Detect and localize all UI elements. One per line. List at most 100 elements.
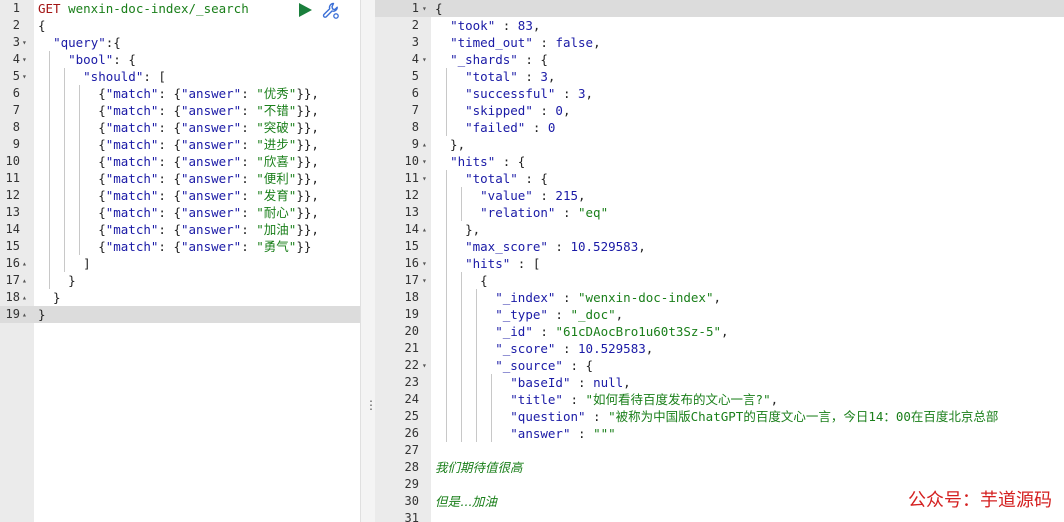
line-number: 10 [5, 154, 20, 168]
code-line[interactable]: 7 {"match": {"answer": "不错"}}, [0, 102, 360, 119]
code-line[interactable]: 11 ▾ "total" : { [375, 170, 1064, 187]
code-token: "answer" [181, 222, 242, 237]
line-number: 29 [404, 477, 419, 491]
code-line[interactable]: 14 ▴ }, [375, 221, 1064, 238]
fold-open-icon[interactable]: ▾ [422, 272, 427, 289]
code-line[interactable]: 4 ▾ "_shards" : { [375, 51, 1064, 68]
fold-close-icon[interactable]: ▴ [422, 221, 427, 238]
code-line[interactable]: 23 "baseId" : null, [375, 374, 1064, 391]
wrench-icon[interactable] [322, 2, 340, 20]
code-line[interactable]: 10 ▾ "hits" : { [375, 153, 1064, 170]
code-line[interactable]: 27 [375, 442, 1064, 459]
code-token: "value" [480, 188, 533, 203]
fold-open-icon[interactable]: ▾ [422, 51, 427, 68]
code-token: , [532, 18, 541, 33]
code-line[interactable]: 11 {"match": {"answer": "便利"}}, [0, 170, 360, 187]
code-token: "timed_out" [450, 35, 533, 50]
line-number: 6 [411, 86, 419, 100]
code-line[interactable]: 12 {"match": {"answer": "发育"}}, [0, 187, 360, 204]
code-text: {"match": {"answer": "勇气"}} [38, 238, 311, 255]
code-line[interactable]: 10 {"match": {"answer": "欣喜"}}, [0, 153, 360, 170]
code-line[interactable]: 17 ▴ } [0, 272, 360, 289]
code-line[interactable]: 12 "value" : 215, [375, 187, 1064, 204]
code-line[interactable]: 19 "_type" : "_doc", [375, 306, 1064, 323]
code-line[interactable]: 25 "question" : "被称为中国版ChatGPT的百度文心一言，今日… [375, 408, 1064, 425]
code-line[interactable]: 26 "answer" : """ [375, 425, 1064, 442]
fold-open-icon[interactable]: ▾ [422, 255, 427, 272]
code-line[interactable]: 16 ▾ "hits" : [ [375, 255, 1064, 272]
code-line[interactable]: 9 {"match": {"answer": "进步"}}, [0, 136, 360, 153]
code-line[interactable]: 15 {"match": {"answer": "勇气"}} [0, 238, 360, 255]
code-line[interactable]: 8 "failed" : 0 [375, 119, 1064, 136]
fold-close-icon[interactable]: ▴ [22, 255, 27, 272]
code-line[interactable]: 6 {"match": {"answer": "优秀"}}, [0, 85, 360, 102]
code-line[interactable]: 4 ▾ "bool": { [0, 51, 360, 68]
code-line[interactable]: 28 我们期待值很高 [375, 459, 1064, 476]
code-line[interactable]: 14 {"match": {"answer": "加油"}}, [0, 221, 360, 238]
fold-open-icon[interactable]: ▾ [422, 0, 427, 17]
code-token: : { [495, 154, 526, 169]
line-number: 28 [404, 460, 419, 474]
fold-open-icon[interactable]: ▾ [22, 51, 27, 68]
code-line[interactable]: 21 "_score" : 10.529583, [375, 340, 1064, 357]
code-line[interactable]: 6 "successful" : 3, [375, 85, 1064, 102]
line-number: 2 [411, 18, 419, 32]
code-line[interactable]: 13 {"match": {"answer": "耐心"}}, [0, 204, 360, 221]
code-line[interactable]: 15 "max_score" : 10.529583, [375, 238, 1064, 255]
fold-close-icon[interactable]: ▴ [422, 136, 427, 153]
code-line[interactable]: 9 ▴ }, [375, 136, 1064, 153]
fold-open-icon[interactable]: ▾ [22, 34, 27, 51]
fold-close-icon[interactable]: ▴ [22, 306, 27, 323]
response-code[interactable]: 1 ▾{2 "took" : 83, 3 "timed_out" : false, 4… [375, 0, 1064, 522]
code-line[interactable]: 2 "took" : 83, [375, 17, 1064, 34]
code-token: }}, [296, 205, 319, 220]
line-number: 3 [12, 35, 20, 49]
code-text: "baseId" : null, [435, 374, 630, 391]
code-line[interactable]: 18 ▴ } [0, 289, 360, 306]
code-line[interactable]: 3 ▾ "query":{ [0, 34, 360, 51]
code-line[interactable]: 3 "timed_out" : false, [375, 34, 1064, 51]
code-token: "answer" [181, 120, 242, 135]
code-token: "total" [465, 171, 518, 186]
code-line[interactable]: 5 ▾ "should": [ [0, 68, 360, 85]
fold-open-icon[interactable]: ▾ [422, 357, 427, 374]
code-line[interactable]: 19 ▴} [0, 306, 360, 323]
code-line[interactable]: 18 "_index" : "wenxin-doc-index", [375, 289, 1064, 306]
code-line[interactable]: 20 "_id" : "61cDAocBro1u60t3Sz-5", [375, 323, 1064, 340]
code-token: 0 [547, 120, 556, 135]
line-number: 5 [12, 69, 20, 83]
fold-close-icon[interactable]: ▴ [22, 289, 27, 306]
line-number: 21 [404, 341, 419, 355]
code-line[interactable]: 8 {"match": {"answer": "突破"}}, [0, 119, 360, 136]
line-number: 13 [404, 205, 419, 219]
request-editor[interactable]: 1 GET wenxin-doc-index/_search 2{3 ▾ "query… [0, 0, 360, 522]
code-line[interactable]: 16 ▴ ] [0, 255, 360, 272]
code-line[interactable]: 1 ▾ { [375, 0, 1064, 17]
code-token: , [593, 35, 601, 50]
code-text: "title" : "如何看待百度发布的文心一言?", [435, 391, 778, 408]
code-line[interactable]: 13 "relation" : "eq" [375, 204, 1064, 221]
code-token: "match" [105, 120, 159, 135]
code-line[interactable]: 5 "total" : 3, [375, 68, 1064, 85]
response-viewer[interactable]: 1 ▾{2 "took" : 83, 3 "timed_out" : false, 4… [375, 0, 1064, 522]
code-line[interactable]: 7 "skipped" : 0, [375, 102, 1064, 119]
code-line[interactable]: 24 "title" : "如何看待百度发布的文心一言?", [375, 391, 1064, 408]
fold-close-icon[interactable]: ▴ [22, 272, 27, 289]
code-line[interactable]: 2{ [0, 17, 360, 34]
line-number: 17 [5, 273, 20, 287]
fold-open-icon[interactable]: ▾ [22, 68, 27, 85]
request-code[interactable]: 1 GET wenxin-doc-index/_search 2{3 ▾ "query… [0, 0, 360, 323]
code-token: : { [158, 103, 181, 118]
code-line[interactable]: 22 ▾ "_source" : { [375, 357, 1064, 374]
play-icon[interactable] [298, 3, 312, 17]
code-text: "took" : 83, [435, 17, 540, 34]
code-line[interactable]: 17 ▾ { [375, 272, 1064, 289]
fold-open-icon[interactable]: ▾ [422, 170, 427, 187]
fold-open-icon[interactable]: ▾ [422, 153, 427, 170]
code-text: "_index" : "wenxin-doc-index", [435, 289, 721, 306]
code-token: "max_score" [465, 239, 548, 254]
